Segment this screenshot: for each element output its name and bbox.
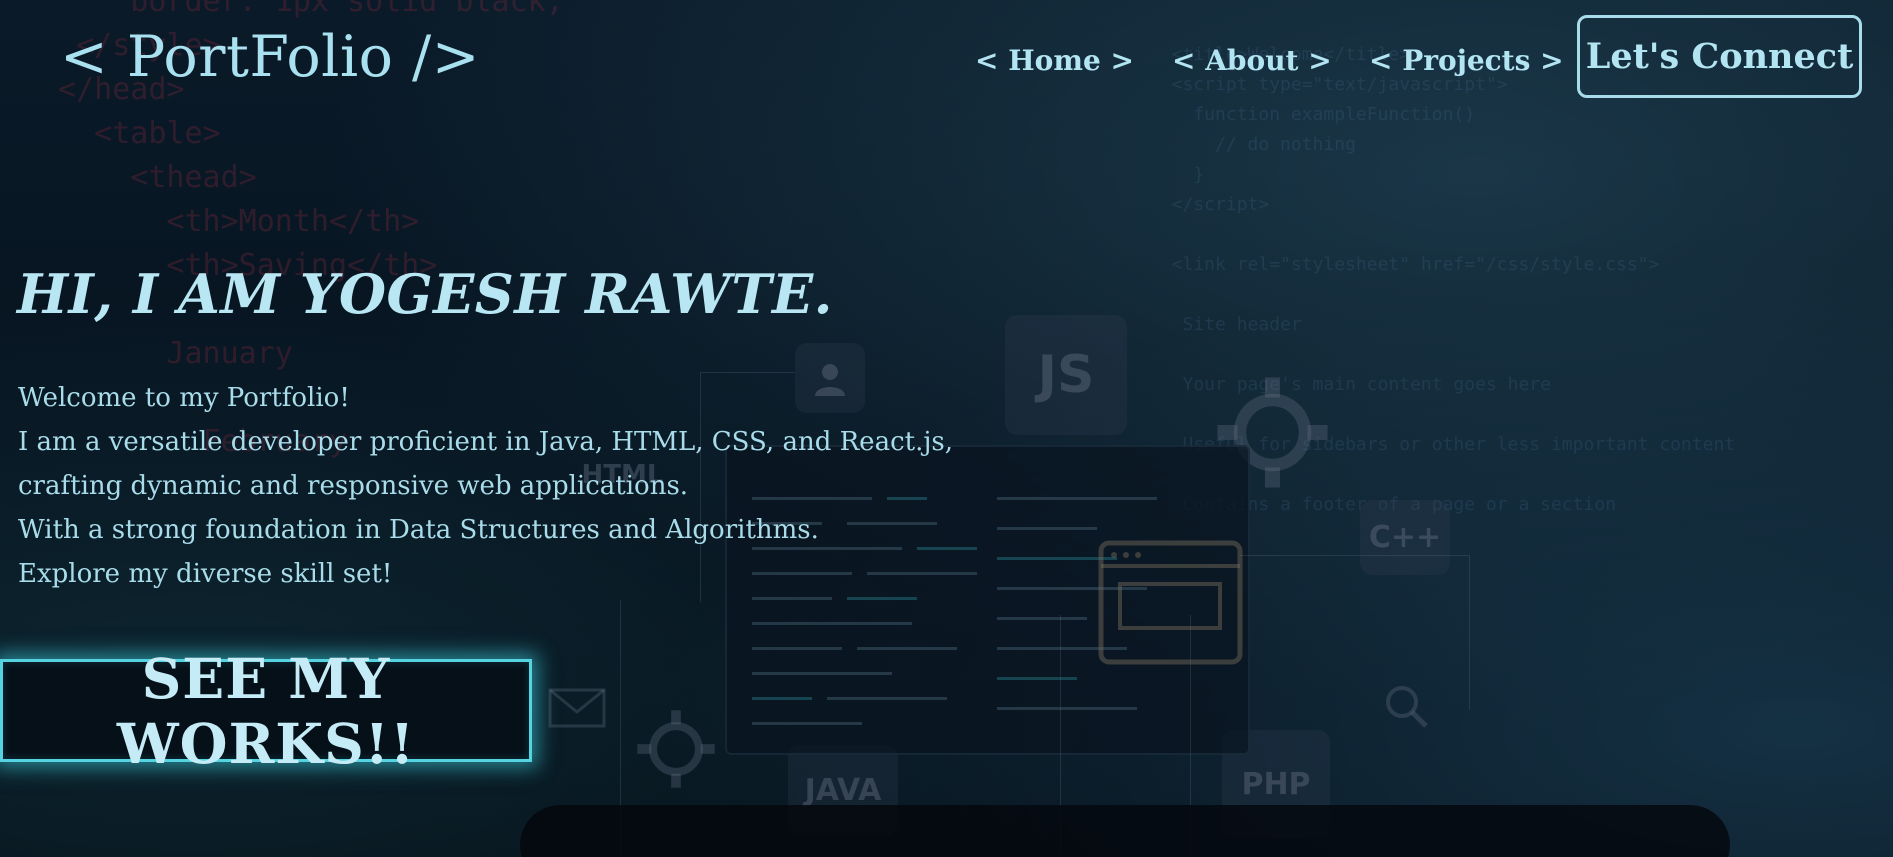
site-header: < PortFolio /> < Home > < About > < Proj… (0, 0, 1893, 120)
intro-text: Welcome to my Portfolio! I am a versatil… (18, 376, 978, 596)
nav-projects[interactable]: < Projects > (1369, 44, 1564, 77)
js-tile: JS (1005, 315, 1127, 435)
lets-connect-button[interactable]: Let's Connect (1577, 15, 1862, 98)
intro-line: I am a versatile developer proficient in… (18, 427, 954, 457)
logo[interactable]: < PortFolio /> (60, 24, 480, 90)
hero-title: HI, I AM YOGESH RAWTE. (17, 262, 833, 326)
see-my-works-button[interactable]: SEE MY WORKS!! (0, 646, 532, 776)
intro-line: Explore my diverse skill set! (18, 559, 393, 589)
nav-home[interactable]: < Home > (975, 44, 1134, 77)
gear-icon-small (632, 705, 720, 797)
intro-line: With a strong foundation in Data Structu… (18, 515, 819, 545)
intro-line: crafting dynamic and responsive web appl… (18, 471, 689, 501)
nav-about[interactable]: < About > (1172, 44, 1332, 77)
intro-line: Welcome to my Portfolio! (18, 383, 350, 413)
mail-icon (542, 678, 612, 742)
browser-html-icon (1098, 540, 1243, 669)
